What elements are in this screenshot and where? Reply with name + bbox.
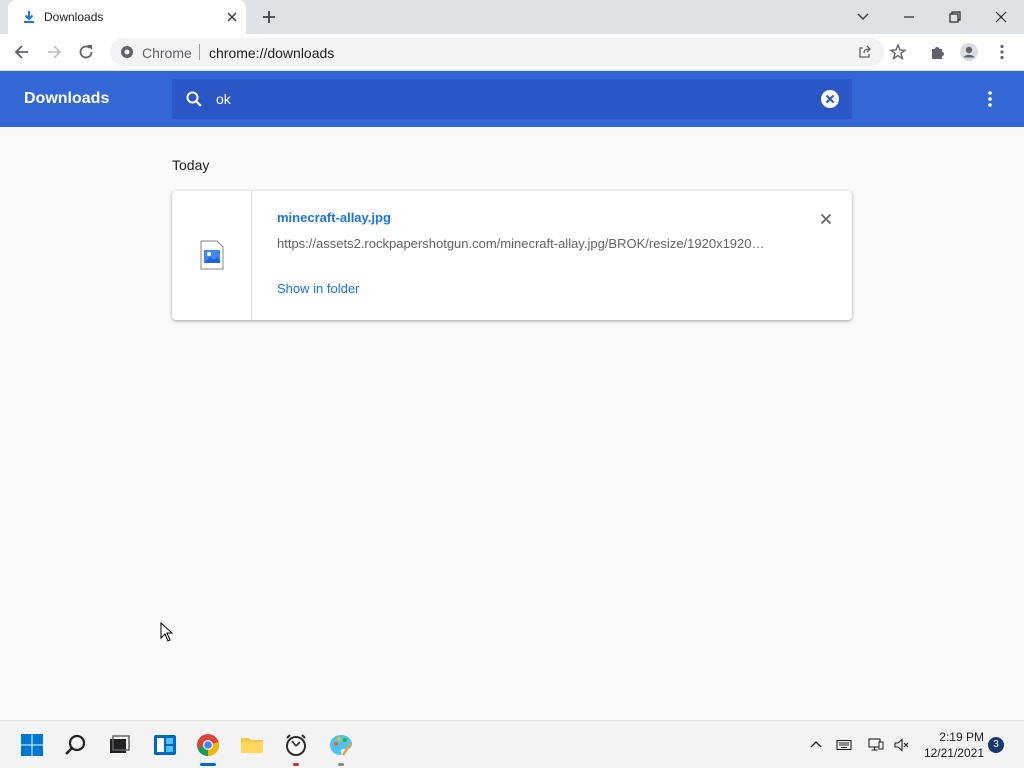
chrome-active-indicator: [200, 763, 216, 766]
site-chip: Chrome: [142, 45, 192, 61]
close-tab-icon[interactable]: [224, 9, 240, 25]
download-icon: [24, 11, 34, 23]
restore-icon[interactable]: [944, 6, 966, 28]
download-item-card: minecraft-allay.jpg https://assets2.rock…: [172, 191, 852, 320]
close-window-icon[interactable]: [990, 6, 1012, 28]
file-explorer-icon[interactable]: [240, 733, 264, 757]
system-clock[interactable]: 2:19 PM 12/21/2021: [918, 729, 984, 761]
chrome-site-icon: [121, 46, 133, 58]
bookmark-star-icon[interactable]: [888, 42, 908, 62]
taskbar: 2:19 PM 12/21/2021 3: [0, 720, 1024, 768]
search-box[interactable]: [172, 79, 852, 119]
image-file-icon: [200, 240, 224, 270]
page-title: Downloads: [24, 90, 110, 107]
downloads-header: Downloads: [0, 71, 1024, 127]
file-name-link[interactable]: minecraft-allay.jpg: [277, 210, 391, 225]
tab-title: Downloads: [44, 10, 104, 24]
share-icon[interactable]: [857, 44, 873, 60]
search-taskbar-icon[interactable]: [64, 733, 88, 757]
date-section-title: Today: [172, 157, 210, 173]
paint-app-indicator: [338, 763, 344, 766]
chrome-menu-icon[interactable]: [992, 42, 1012, 62]
minimize-icon[interactable]: [898, 6, 920, 28]
file-source-url[interactable]: https://assets2.rockpapershotgun.com/min…: [277, 236, 777, 251]
file-icon-area: [172, 191, 252, 320]
forward-icon[interactable]: [44, 42, 64, 62]
paint-app-icon[interactable]: [329, 733, 353, 757]
task-view-icon[interactable]: [107, 733, 131, 757]
extensions-icon[interactable]: [928, 42, 948, 62]
notification-badge[interactable]: 3: [988, 737, 1004, 753]
clock-time: 2:19 PM: [939, 730, 984, 744]
omnibox-separator: [199, 44, 200, 60]
network-icon[interactable]: [868, 737, 884, 753]
more-actions-icon[interactable]: [980, 89, 1000, 109]
url-text[interactable]: chrome://downloads: [209, 45, 334, 61]
profile-icon[interactable]: [959, 42, 979, 62]
start-icon[interactable]: [20, 733, 44, 757]
search-icon[interactable]: [185, 90, 203, 108]
tab-search-icon[interactable]: [852, 6, 874, 28]
clear-search-icon[interactable]: [820, 89, 840, 109]
new-tab-icon[interactable]: [260, 8, 278, 26]
keyboard-icon[interactable]: [836, 737, 852, 753]
clock-app-icon[interactable]: [284, 733, 308, 757]
volume-muted-icon[interactable]: [893, 737, 909, 753]
widgets-icon[interactable]: [153, 733, 177, 757]
chrome-taskbar-icon[interactable]: [196, 733, 220, 757]
tab-downloads[interactable]: Downloads: [8, 0, 246, 34]
mouse-cursor-icon: [160, 622, 174, 642]
search-input[interactable]: [216, 88, 796, 110]
clock-date: 12/21/2021: [923, 746, 984, 760]
tab-strip: Downloads: [0, 0, 1024, 34]
remove-from-list-icon[interactable]: [817, 210, 835, 228]
address-bar[interactable]: Chrome chrome://downloads: [110, 38, 884, 66]
chevron-up-icon[interactable]: [808, 737, 824, 753]
reload-icon[interactable]: [76, 42, 96, 62]
browser-toolbar: Chrome chrome://downloads: [0, 34, 1024, 71]
clock-app-indicator: [293, 763, 299, 766]
back-icon[interactable]: [12, 42, 32, 62]
show-in-folder-link[interactable]: Show in folder: [277, 281, 359, 296]
